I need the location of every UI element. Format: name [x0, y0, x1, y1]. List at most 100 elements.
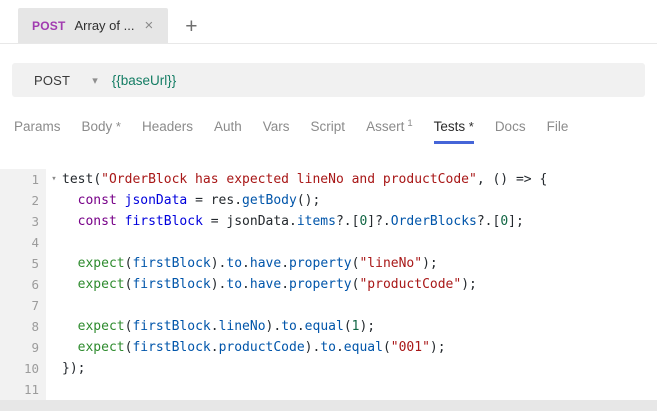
- editor-line: 7: [0, 295, 657, 316]
- code-token: items: [296, 214, 336, 229]
- code-text: expect(firstBlock.productCode).to.equal(…: [62, 337, 446, 358]
- code-text: test("OrderBlock has expected lineNo and…: [62, 169, 547, 190]
- code-token: productCode: [218, 340, 305, 355]
- plus-icon: +: [185, 15, 198, 38]
- code-token: firstBlock: [132, 319, 211, 334]
- code-token: "lineNo": [359, 256, 423, 271]
- modified-indicator: *: [465, 119, 474, 134]
- line-number: 7: [0, 295, 46, 316]
- editor-line: 5 expect(firstBlock).to.have.property("l…: [0, 253, 657, 274]
- tab-script[interactable]: Script: [311, 119, 346, 144]
- code-token: );: [429, 340, 446, 355]
- tab-body[interactable]: Body *: [82, 119, 121, 144]
- code-text: expect(firstBlock.lineNo).to.equal(1);: [62, 316, 375, 337]
- code-token: ?.[: [335, 214, 360, 229]
- tests-code-editor[interactable]: 1 ▾ test("OrderBlock has expected lineNo a…: [0, 160, 657, 400]
- tab-vars[interactable]: Vars: [263, 119, 290, 144]
- url-input[interactable]: {{baseUrl}}: [112, 73, 177, 88]
- modified-indicator: *: [112, 119, 121, 134]
- code-token: equal: [304, 319, 344, 334]
- code-token: const: [77, 193, 117, 208]
- fold-gutter: [46, 358, 62, 379]
- editor-line: 3 const firstBlock = jsonData.items?.[0]…: [0, 211, 657, 232]
- code-token: expect: [77, 277, 125, 292]
- code-token: to: [281, 319, 297, 334]
- code-token: "001": [390, 340, 430, 355]
- code-token: .: [210, 340, 219, 355]
- fold-gutter: [46, 379, 62, 400]
- code-token: const: [77, 214, 117, 229]
- fold-caret-icon[interactable]: ▾: [46, 169, 62, 190]
- tab-label: Docs: [494, 119, 526, 134]
- close-icon[interactable]: ×: [143, 18, 154, 33]
- line-number: 9: [0, 337, 46, 358]
- code-token: firstBlock: [124, 214, 203, 229]
- tab-file[interactable]: File: [547, 119, 569, 144]
- code-token: have: [249, 277, 282, 292]
- code-token: equal: [343, 340, 383, 355]
- tab-params[interactable]: Params: [14, 119, 61, 144]
- line-number: 11: [0, 379, 46, 400]
- tab-tests[interactable]: Tests *: [433, 119, 474, 144]
- line-number: 1: [0, 169, 46, 190]
- code-text: expect(firstBlock).to.have.property("lin…: [62, 253, 438, 274]
- code-text: const jsonData = res.getBody();: [62, 190, 321, 211]
- code-token: .: [242, 277, 250, 292]
- editor-line: 4: [0, 232, 657, 253]
- code-token: );: [359, 319, 376, 334]
- new-tab-button[interactable]: +: [185, 16, 197, 37]
- code-token: (: [343, 319, 352, 334]
- tab-label: File: [546, 119, 569, 134]
- fold-gutter: [46, 232, 62, 253]
- code-token: .: [335, 340, 344, 355]
- code-token: = jsonData.: [202, 214, 297, 229]
- chevron-down-icon[interactable]: ▾: [92, 74, 98, 87]
- editor-line: 9 expect(firstBlock.productCode).to.equa…: [0, 337, 657, 358]
- fold-gutter: [46, 337, 62, 358]
- method-selector[interactable]: POST: [34, 73, 70, 88]
- code-token: ).: [210, 256, 227, 271]
- code-token: .: [242, 256, 250, 271]
- request-tab[interactable]: POST Array of ... ×: [18, 8, 169, 43]
- request-section-tabs: Params Body * Headers Auth Vars Script Assert 1…: [14, 118, 657, 144]
- tab-auth[interactable]: Auth: [214, 119, 242, 144]
- code-token: 0: [500, 214, 509, 229]
- code-token: (: [382, 340, 391, 355]
- code-token: .: [281, 277, 290, 292]
- code-token: getBody: [242, 193, 297, 208]
- tab-docs[interactable]: Docs: [495, 119, 526, 144]
- code-token: OrderBlocks: [390, 214, 477, 229]
- tab-label: Auth: [214, 119, 242, 134]
- code-token: expect: [77, 319, 125, 334]
- fold-gutter: [46, 295, 62, 316]
- code-token: .: [281, 256, 290, 271]
- code-token: );: [461, 277, 477, 292]
- tab-label: Headers: [141, 119, 193, 134]
- line-number: 5: [0, 253, 46, 274]
- line-number: 8: [0, 316, 46, 337]
- request-tab-title: Array of ...: [74, 18, 135, 33]
- code-token: .: [210, 319, 219, 334]
- tab-label: Params: [14, 119, 61, 134]
- editor-line: 10});: [0, 358, 657, 379]
- tab-assert[interactable]: Assert 1: [366, 118, 413, 144]
- code-text: });: [62, 358, 85, 379]
- tab-headers[interactable]: Headers: [142, 119, 193, 144]
- code-token: to: [226, 277, 243, 292]
- tab-label: Assert: [366, 119, 405, 134]
- code-token: = res.: [187, 193, 243, 208]
- line-number: 3: [0, 211, 46, 232]
- editor-line: 2 const jsonData = res.getBody();: [0, 190, 657, 211]
- tab-label: Body: [81, 119, 113, 134]
- code-token: firstBlock: [132, 340, 211, 355]
- request-tab-method: POST: [32, 18, 66, 33]
- fold-gutter: [46, 253, 62, 274]
- code-token: firstBlock: [132, 256, 211, 271]
